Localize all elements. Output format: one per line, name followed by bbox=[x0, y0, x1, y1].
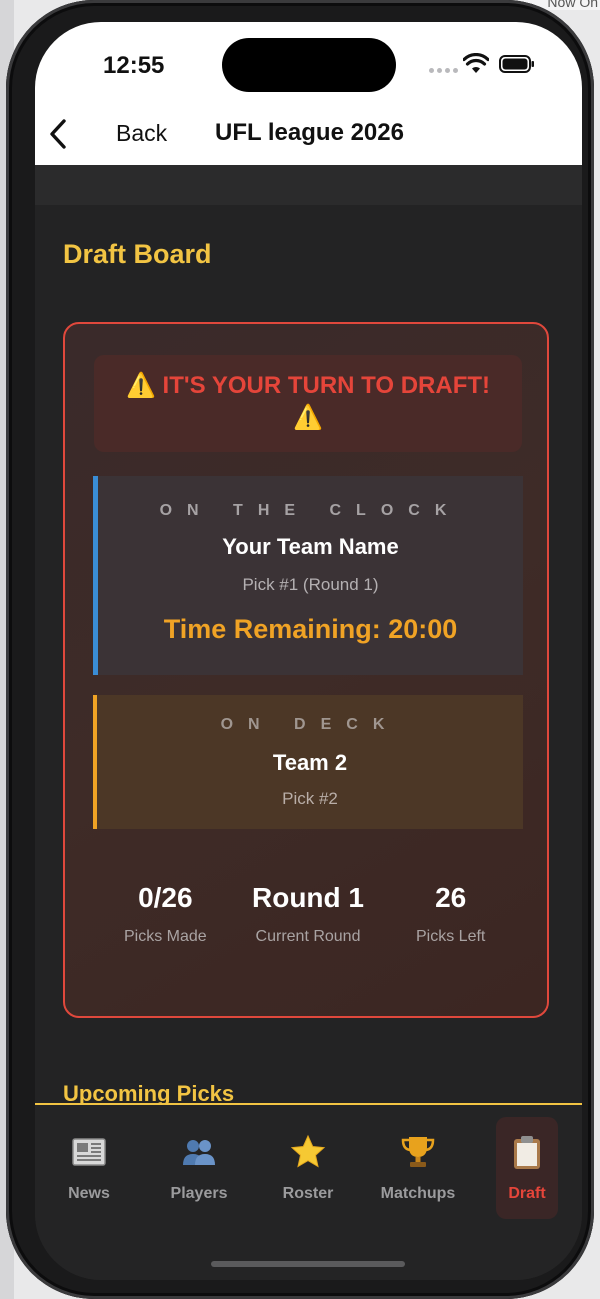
draft-status-card: ⚠️ IT'S YOUR TURN TO DRAFT! ⚠️ ON THE CL… bbox=[63, 322, 549, 1018]
stat-picks-made: 0/26 Picks Made bbox=[94, 882, 237, 962]
tab-roster[interactable]: Roster bbox=[263, 1117, 353, 1217]
back-button[interactable]: Back bbox=[116, 120, 167, 147]
on-deck-label: ON DECK bbox=[220, 716, 400, 733]
newspaper-icon bbox=[72, 1138, 106, 1166]
stat-picks-left: 26 Picks Left bbox=[379, 882, 522, 962]
stat-value: Round 1 bbox=[252, 882, 364, 913]
stat-label: Picks Left bbox=[416, 928, 486, 945]
tab-draft[interactable]: Draft bbox=[496, 1117, 558, 1219]
on-the-clock-pick: Pick #1 (Round 1) bbox=[242, 575, 379, 594]
dynamic-island bbox=[222, 38, 396, 92]
stat-current-round: Round 1 Current Round bbox=[237, 882, 380, 962]
stat-label: Picks Made bbox=[123, 928, 207, 945]
time-remaining: Time Remaining: 20:00 bbox=[163, 614, 458, 644]
alert-text: ⚠️ IT'S YOUR TURN TO DRAFT! ⚠️ bbox=[125, 372, 491, 431]
on-deck-pick: Pick #2 bbox=[282, 789, 338, 808]
stat-value: 26 bbox=[435, 882, 467, 913]
stat-label: Current Round bbox=[255, 928, 361, 945]
trophy-icon bbox=[401, 1137, 435, 1167]
top-bar: 12:55 Back UFL league 2026 bbox=[35, 22, 582, 165]
tab-label: Draft bbox=[508, 1185, 546, 1202]
battery-icon bbox=[499, 55, 534, 73]
players-icon bbox=[183, 1140, 215, 1165]
wifi-icon bbox=[463, 53, 489, 73]
on-the-clock-panel: ON THE CLOCK Your Team Name Pick #1 (Rou… bbox=[93, 476, 523, 675]
on-the-clock-label: ON THE CLOCK bbox=[159, 502, 462, 519]
tab-label: Players bbox=[170, 1185, 228, 1202]
draft-board-title: Draft Board bbox=[63, 239, 212, 269]
bottom-tab-bar: News Players Roster Matchups Draft bbox=[35, 1103, 582, 1280]
status-time: 12:55 bbox=[103, 52, 165, 79]
signal-dots-icon bbox=[429, 68, 458, 73]
tab-matchups[interactable]: Matchups bbox=[373, 1117, 463, 1217]
on-deck-panel: ON DECK Team 2 Pick #2 bbox=[93, 695, 523, 829]
tab-label: Roster bbox=[282, 1185, 334, 1202]
tab-label: News bbox=[68, 1185, 110, 1202]
on-deck-team: Team 2 bbox=[272, 750, 348, 775]
your-turn-alert: ⚠️ IT'S YOUR TURN TO DRAFT! ⚠️ bbox=[94, 355, 522, 452]
home-indicator[interactable] bbox=[211, 1261, 405, 1267]
main-content: Draft Board ⚠️ IT'S YOUR TURN TO DRAFT! … bbox=[35, 165, 582, 1106]
page-title: UFL league 2026 bbox=[215, 119, 404, 146]
background-peek-text: Now On bbox=[547, 0, 598, 10]
tab-news[interactable]: News bbox=[44, 1117, 134, 1217]
clipboard-icon bbox=[514, 1136, 540, 1169]
phone-screen: 12:55 Back UFL league 2026 Draft Board ⚠… bbox=[35, 22, 582, 1280]
tab-label: Matchups bbox=[380, 1185, 456, 1202]
tab-players[interactable]: Players bbox=[154, 1117, 244, 1217]
back-chevron-icon[interactable] bbox=[47, 118, 69, 150]
draft-stats: 0/26 Picks Made Round 1 Current Round 26… bbox=[94, 882, 522, 962]
phone-frame: 12:55 Back UFL league 2026 Draft Board ⚠… bbox=[6, 0, 594, 1299]
stat-value: 0/26 bbox=[138, 882, 193, 913]
content-header-strip bbox=[35, 165, 582, 205]
on-the-clock-team: Your Team Name bbox=[222, 534, 399, 559]
star-icon bbox=[290, 1134, 326, 1168]
